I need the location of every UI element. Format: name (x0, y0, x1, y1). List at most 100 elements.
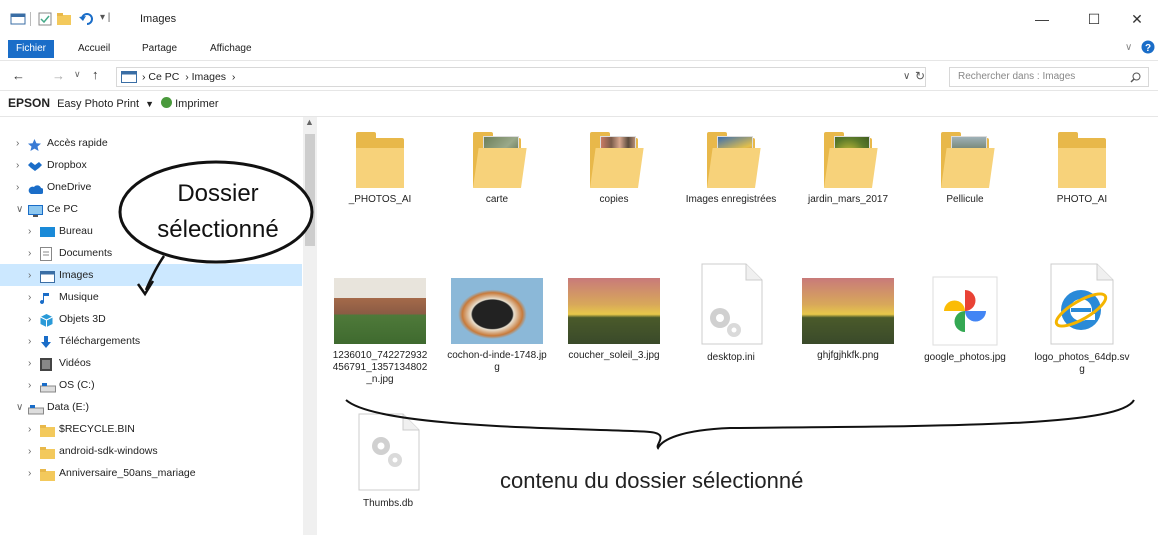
address-bar[interactable]: › Ce PC › Images › ∨ ↻ (116, 67, 926, 87)
folder-icon (40, 467, 55, 482)
chevron-right-icon[interactable]: › (28, 287, 40, 309)
sidebar-item-label: Ce PC (47, 203, 78, 215)
item-label: Images enregistrées (685, 194, 777, 205)
sidebar-item-label: android-sdk-windows (59, 445, 158, 457)
item-label: Pellicule (946, 194, 984, 205)
chevron-right-icon[interactable]: › (28, 353, 40, 375)
recent-locations-icon[interactable]: ∨ (74, 69, 81, 80)
epson-logo: EPSON (8, 96, 51, 110)
folder-icon (1058, 132, 1106, 188)
chevron-right-icon[interactable]: › (28, 441, 40, 463)
chevron-right-icon[interactable]: › (28, 265, 40, 287)
folder-item[interactable]: _PHOTOS_AI (330, 132, 430, 206)
chevron-down-icon[interactable]: ∨ (16, 199, 28, 221)
file-item[interactable]: ghjfgjhkfk.png (798, 262, 898, 362)
sidebar-item-t-l-chargements[interactable]: › Téléchargements (0, 330, 302, 352)
annotation-arrow (144, 255, 166, 291)
chevron-right-icon[interactable]: › (28, 463, 40, 485)
music-icon (40, 291, 55, 305)
item-label: PHOTO_AI (1056, 194, 1108, 205)
sidebar-item-acc-s-rapide[interactable]: › Accès rapide (0, 132, 302, 154)
folder-item[interactable]: Images enregistrées (681, 132, 781, 206)
window-title: Images (140, 13, 177, 25)
chevron-down-icon[interactable]: ▼ (145, 99, 154, 109)
chevron-right-icon[interactable]: › (28, 375, 40, 397)
star-icon (28, 137, 43, 152)
tab-affichage[interactable]: Affichage (202, 40, 260, 58)
search-input[interactable]: Rechercher dans : Images (958, 71, 1075, 82)
tab-accueil[interactable]: Accueil (70, 40, 118, 58)
sidebar-item-recycle-bin[interactable]: › $RECYCLE.BIN (0, 418, 302, 440)
close-button[interactable]: ✕ (1114, 6, 1158, 32)
folder-row: _PHOTOS_AI carte copies Images enregistr… (330, 132, 1140, 262)
desktop-icon (40, 225, 55, 238)
folder-item[interactable]: carte (447, 132, 547, 206)
folder-icon (824, 132, 878, 188)
google-photos-icon (932, 276, 998, 346)
photo-sunset-icon (802, 278, 894, 344)
search-icon[interactable] (1130, 72, 1141, 83)
epson-app-menu[interactable]: Easy Photo Print (57, 98, 139, 110)
chevron-right-icon[interactable]: › (28, 221, 40, 243)
item-label: carte (485, 194, 509, 205)
sidebar-item-objets-3d[interactable]: › Objets 3D (0, 308, 302, 330)
print-button[interactable]: Imprimer (175, 98, 218, 110)
chevron-right-icon[interactable]: › (28, 309, 40, 331)
chevron-right-icon[interactable]: › (28, 419, 40, 441)
folder-item[interactable]: jardin_mars_2017 (798, 132, 898, 206)
sidebar-item-data-e[interactable]: ∨ Data (E:) (0, 396, 302, 418)
file-item[interactable]: 1236010_742272932456791_1357134802_n.jpg (330, 262, 430, 386)
title-bar: ▾ | Images — ☐ ✕ (0, 0, 1158, 38)
sidebar-item-vid-os[interactable]: › Vidéos (0, 352, 302, 374)
file-item[interactable]: google_photos.jpg (915, 262, 1015, 364)
sidebar-item-android-sdk-windows[interactable]: › android-sdk-windows (0, 440, 302, 462)
folder-item[interactable]: PHOTO_AI (1032, 132, 1132, 206)
cloud-icon (28, 181, 44, 195)
file-item[interactable]: cochon-d-inde-1748.jpg (447, 262, 547, 374)
sidebar-item-label: Bureau (59, 225, 93, 237)
file-item[interactable]: desktop.ini (681, 262, 781, 364)
file-item[interactable]: coucher_soleil_3.jpg (564, 262, 664, 362)
annotation-arrowhead (136, 280, 155, 297)
back-arrow-icon[interactable]: ← (12, 68, 25, 83)
chevron-right-icon[interactable]: › (16, 177, 28, 199)
chevron-right-icon[interactable]: › (28, 331, 40, 353)
folder-icon (941, 132, 995, 188)
folder-item[interactable]: Pellicule (915, 132, 1015, 206)
forward-arrow-icon[interactable]: → (52, 68, 65, 83)
file-item[interactable]: logo_photos_64dp.svg (1032, 262, 1132, 376)
folder-icon (707, 132, 761, 188)
undo-icon[interactable] (78, 11, 94, 27)
chevron-right-icon[interactable]: › (16, 155, 28, 177)
breadcrumb[interactable]: › Ce PC › Images › (142, 71, 235, 83)
folder-item[interactable]: copies (564, 132, 664, 206)
refresh-icon[interactable]: ↻ (915, 69, 925, 83)
properties-icon[interactable] (38, 12, 52, 26)
help-icon[interactable]: ? (1141, 40, 1155, 54)
new-folder-icon[interactable] (56, 12, 72, 26)
sidebar-item-label: Musique (59, 291, 99, 303)
minimize-button[interactable]: — (1019, 6, 1065, 32)
sidebar-item-os-c[interactable]: › OS (C:) (0, 374, 302, 396)
customize-qa-icon[interactable]: ▾ | (100, 12, 110, 23)
chevron-down-icon[interactable]: ∨ (16, 397, 28, 419)
divider (0, 60, 1158, 61)
tab-partage[interactable]: Partage (134, 40, 185, 58)
sidebar-item-anniversaire-50ans-mariage[interactable]: › Anniversaire_50ans_mariage (0, 462, 302, 484)
scroll-up-icon[interactable]: ▲ (305, 117, 314, 127)
sidebar-item-label: Dropbox (47, 159, 87, 171)
address-dropdown-icon[interactable]: ∨ (903, 71, 910, 82)
expand-ribbon-icon[interactable]: ∨ (1125, 42, 1132, 53)
breadcrumb-ce-pc[interactable]: Ce PC (148, 71, 179, 83)
maximize-button[interactable]: ☐ (1071, 6, 1117, 32)
chevron-right-icon[interactable]: › (28, 243, 40, 265)
tab-fichier[interactable]: Fichier (8, 40, 55, 58)
sidebar-item-label: Anniversaire_50ans_mariage (59, 467, 196, 479)
sidebar-item-label: Images (59, 269, 94, 281)
search-box[interactable]: Rechercher dans : Images (949, 67, 1149, 87)
sidebar-item-label: $RECYCLE.BIN (59, 423, 135, 435)
documents-icon (40, 247, 55, 262)
chevron-right-icon[interactable]: › (16, 133, 28, 155)
breadcrumb-images[interactable]: Images (192, 71, 226, 83)
up-arrow-icon[interactable]: ↑ (92, 67, 99, 82)
